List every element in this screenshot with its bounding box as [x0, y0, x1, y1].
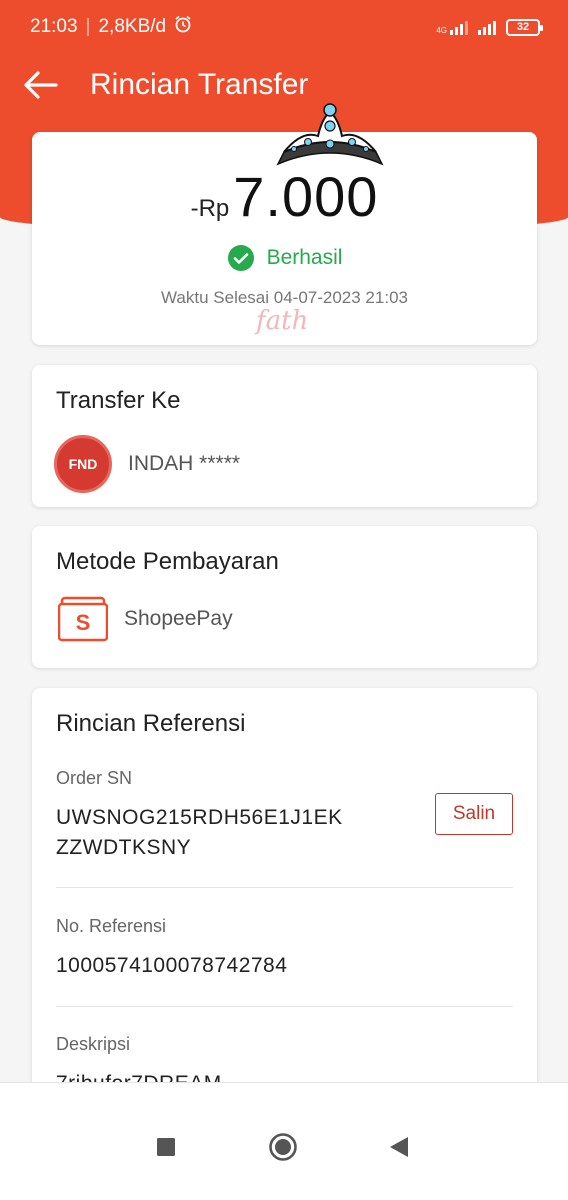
home-button[interactable]: [268, 1132, 298, 1162]
amount-row: -Rp 7.000: [32, 164, 537, 229]
square-icon: [157, 1138, 175, 1156]
status-time: 21:03: [30, 16, 78, 37]
network-speed: 2,8KB/d: [98, 16, 167, 37]
status-separator: |: [85, 16, 91, 37]
order-sn-line1: UWSNOG215RDH56E1J1EK: [56, 806, 343, 829]
transfer-to-title: Transfer Ke: [56, 387, 181, 414]
transfer-to-card: Transfer Ke FND INDAH *****: [32, 365, 537, 507]
check-circle-icon: [227, 245, 254, 271]
reference-number-label: No. Referensi: [56, 916, 167, 936]
divider: [56, 887, 513, 888]
payment-method-name: ShopeePay: [124, 607, 233, 630]
recipient-avatar: FND: [54, 435, 112, 493]
payment-method-title: Metode Pembayaran: [56, 548, 279, 575]
payment-method-row: S ShopeePay: [58, 596, 233, 642]
order-sn-label: Order SN: [56, 768, 133, 788]
completed-time: Waktu Selesai 04-07-2023 21:03: [161, 288, 408, 307]
back-button[interactable]: [0, 54, 80, 116]
system-nav-bar: [0, 1082, 568, 1200]
reference-title: Rincian Referensi: [56, 710, 246, 737]
amount-value: 7.000: [233, 165, 379, 228]
divider: [56, 1006, 513, 1007]
recents-button[interactable]: [156, 1137, 176, 1157]
shopeepay-icon: S: [58, 596, 108, 642]
amount-prefix: -Rp: [190, 195, 230, 222]
payment-method-card: Metode Pembayaran S ShopeePay: [32, 526, 537, 668]
back-nav-button[interactable]: [388, 1135, 410, 1159]
status-bar: 21:03 | 2,8KB/d 4G 32: [0, 0, 568, 54]
circle-icon: [269, 1133, 297, 1161]
reference-number-value: 1000574100078742784: [56, 954, 288, 977]
battery-level: 32: [516, 21, 530, 33]
watermark-text: fath: [256, 306, 309, 336]
svg-text:S: S: [76, 610, 91, 635]
arrow-left-icon: [24, 71, 58, 99]
alarm-icon: [174, 15, 192, 39]
status-text: Berhasil: [266, 246, 343, 269]
signal-icon: [478, 19, 496, 35]
triangle-back-icon: [390, 1137, 408, 1157]
order-sn-line2: ZZWDTKSNY: [56, 836, 192, 859]
amount-card: -Rp 7.000 Berhasil Waktu Selesai 04-07-2…: [32, 103, 537, 345]
copy-button[interactable]: Salin: [435, 793, 513, 835]
recipient-name: INDAH *****: [128, 452, 241, 475]
page-title: Rincian Transfer: [90, 68, 309, 101]
battery-icon: 32: [506, 18, 543, 36]
recipient-logo-text: FND: [68, 456, 98, 472]
description-label: Deskripsi: [56, 1034, 131, 1054]
signal-4g-icon: 4G: [436, 19, 468, 35]
network-type: 4G: [436, 26, 447, 35]
recipient-row: FND INDAH *****: [54, 435, 240, 493]
status-row: Berhasil: [32, 244, 537, 272]
reference-card: Rincian Referensi Order SN UWSNOG215RDH5…: [32, 688, 537, 1108]
